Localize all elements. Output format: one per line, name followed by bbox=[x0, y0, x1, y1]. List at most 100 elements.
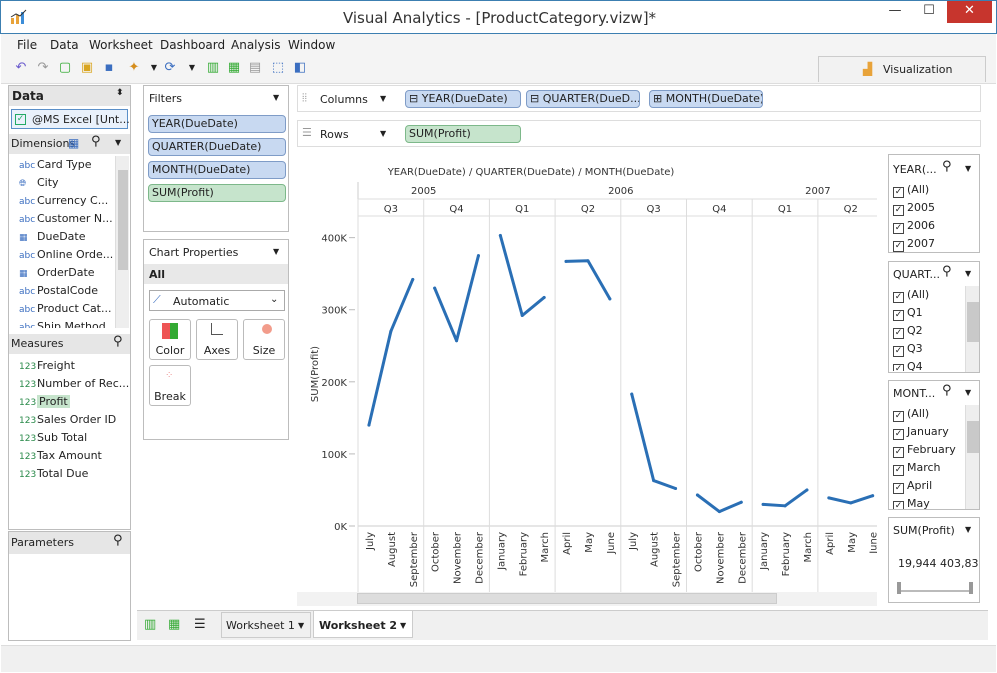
mark-type-select[interactable]: ⟋ Automatic ⌄ bbox=[149, 290, 285, 311]
filter-month[interactable]: MONTH(DueDate) bbox=[148, 161, 286, 179]
data-source-selector[interactable]: ✓ @MS Excel [Unt... bbox=[11, 109, 130, 129]
column-pill-year[interactable]: ⊟ YEAR(DueDate) bbox=[405, 90, 521, 108]
search-icon[interactable]: ⚲ bbox=[113, 533, 123, 548]
field-item[interactable]: abc Customer N... bbox=[9, 210, 115, 228]
add-chart-icon[interactable]: ▥ bbox=[204, 58, 222, 78]
legend-item[interactable]: ✓ Q4 bbox=[893, 358, 965, 371]
checkbox-icon[interactable]: ✓ bbox=[893, 205, 904, 216]
search-icon[interactable]: ⚲ bbox=[942, 264, 952, 279]
field-item[interactable]: 123Sub Total bbox=[9, 429, 130, 447]
search-icon[interactable]: ⚲ bbox=[942, 383, 952, 398]
open-icon[interactable]: ▣ bbox=[78, 58, 96, 78]
tab-worksheet-1[interactable]: Worksheet 1 ▼ bbox=[221, 612, 311, 638]
field-item[interactable]: 123Total Due bbox=[9, 465, 130, 483]
field-item[interactable]: 123Tax Amount bbox=[9, 447, 130, 465]
checkbox-icon[interactable]: ✓ bbox=[893, 328, 904, 339]
row-pill-profit[interactable]: SUM(Profit) bbox=[405, 125, 521, 143]
filter-profit[interactable]: SUM(Profit) bbox=[148, 184, 286, 202]
chevron-down-icon[interactable]: ▼ bbox=[380, 94, 386, 103]
refresh-icon[interactable]: ⟳ bbox=[161, 58, 179, 78]
chevron-down-icon[interactable]: ▼ bbox=[965, 388, 971, 397]
legend-item[interactable]: ✓ Q2 bbox=[893, 322, 965, 340]
close-button[interactable]: ✕ bbox=[947, 1, 992, 23]
line-chart[interactable]: YEAR(DueDate) / QUARTER(DueDate) / MONTH… bbox=[297, 154, 877, 606]
chevron-down-icon[interactable]: ▼ bbox=[273, 247, 279, 256]
save-icon[interactable]: ▪ bbox=[100, 58, 118, 78]
field-item[interactable]: ▦ OrderDate bbox=[9, 264, 115, 282]
dimensions-scrollbar[interactable] bbox=[115, 156, 129, 328]
legend-item[interactable]: ✓ February bbox=[893, 441, 965, 459]
redo-icon[interactable]: ↷ bbox=[34, 58, 52, 78]
checkbox-icon[interactable]: ✓ bbox=[893, 364, 904, 371]
expand-icon[interactable]: ⊞ bbox=[653, 92, 662, 105]
legend-item[interactable]: ✓ January bbox=[893, 423, 965, 441]
new-icon[interactable]: ▢ bbox=[56, 58, 74, 78]
chevron-down-icon[interactable]: ▼ bbox=[115, 138, 121, 147]
filter-quarter[interactable]: QUARTER(DueDate) bbox=[148, 138, 286, 156]
chevron-down-icon[interactable]: ▼ bbox=[965, 269, 971, 278]
new-dashboard-icon[interactable]: ▦ bbox=[168, 617, 180, 632]
search-icon[interactable]: ⚲ bbox=[942, 159, 952, 174]
chevron-down-icon[interactable]: ▼ bbox=[965, 164, 971, 173]
field-item[interactable]: 123Sales Order ID bbox=[9, 411, 130, 429]
checkbox-icon[interactable]: ✓ bbox=[893, 501, 904, 509]
sheet-list-icon[interactable]: ☰ bbox=[194, 617, 206, 632]
dropdown-icon[interactable]: ▼ bbox=[183, 58, 201, 78]
clear-chart-icon[interactable]: ▤ bbox=[246, 58, 264, 78]
legend-item[interactable]: ✓ 2007 bbox=[893, 235, 977, 253]
checkbox-icon[interactable]: ✓ bbox=[893, 187, 904, 198]
legend-item[interactable]: ✓ May bbox=[893, 495, 965, 509]
field-item[interactable]: ▦ DueDate bbox=[9, 228, 115, 246]
field-item[interactable]: abc Product Cat... bbox=[9, 300, 115, 318]
legend-item[interactable]: ✓ 2006 bbox=[893, 217, 977, 235]
field-item[interactable]: 123Number of Rec... bbox=[9, 375, 130, 393]
field-item[interactable]: 🌐︎ City bbox=[9, 174, 115, 192]
table-icon[interactable]: ▦ bbox=[68, 136, 79, 150]
filter-year[interactable]: YEAR(DueDate) bbox=[148, 115, 286, 133]
quarter-legend-scrollbar[interactable] bbox=[965, 286, 979, 372]
checkbox-icon[interactable]: ✓ bbox=[893, 411, 904, 422]
profit-range-slider[interactable] bbox=[897, 582, 973, 594]
horizontal-scrollbar[interactable] bbox=[297, 592, 877, 606]
size-button[interactable]: Size bbox=[243, 319, 285, 360]
menu-analysis[interactable]: Analysis bbox=[231, 38, 280, 52]
chevron-down-icon[interactable]: ▼ bbox=[400, 621, 406, 630]
undo-icon[interactable]: ↶ bbox=[12, 58, 30, 78]
field-item[interactable]: abc Ship Method bbox=[9, 318, 115, 328]
break-button[interactable]: ⁘ Break bbox=[149, 365, 191, 406]
tab-worksheet-2[interactable]: Worksheet 2 ▼ bbox=[313, 610, 413, 638]
legend-item[interactable]: ✓ March bbox=[893, 459, 965, 477]
legend-item[interactable]: ✓ Q3 bbox=[893, 340, 965, 358]
checkbox-icon[interactable]: ✓ bbox=[893, 447, 904, 458]
menu-file[interactable]: File bbox=[17, 38, 37, 52]
menu-data[interactable]: Data bbox=[50, 38, 79, 52]
checkbox-icon[interactable]: ✓ bbox=[893, 465, 904, 476]
chevron-down-icon[interactable]: ▼ bbox=[298, 621, 304, 630]
chevron-down-icon[interactable]: ▼ bbox=[965, 525, 971, 534]
legend-item[interactable]: ✓ Q1 bbox=[893, 304, 965, 322]
axes-button[interactable]: Axes bbox=[196, 319, 238, 360]
tab-visualization[interactable]: ▟ Visualization bbox=[818, 56, 986, 82]
legend-item[interactable]: ✓ (All) bbox=[893, 405, 965, 423]
search-icon[interactable]: ⚲ bbox=[113, 334, 123, 349]
month-legend-scrollbar[interactable] bbox=[965, 405, 979, 509]
menu-dashboard[interactable]: Dashboard bbox=[160, 38, 225, 52]
marks-all-tab[interactable]: All bbox=[144, 264, 288, 284]
duplicate-chart-icon[interactable]: ▦ bbox=[225, 58, 243, 78]
color-button[interactable]: Color bbox=[149, 319, 191, 360]
legend-item[interactable]: ✓ April bbox=[893, 477, 965, 495]
field-item[interactable]: abc PostalCode bbox=[9, 282, 115, 300]
search-icon[interactable]: ⚲ bbox=[91, 134, 101, 149]
select-icon[interactable]: ⬚ bbox=[269, 58, 287, 78]
checkbox-icon[interactable]: ✓ bbox=[893, 292, 904, 303]
menu-window[interactable]: Window bbox=[288, 38, 335, 52]
checkbox-icon[interactable]: ✓ bbox=[893, 429, 904, 440]
chevron-down-icon[interactable]: ▼ bbox=[380, 129, 386, 138]
menu-worksheet[interactable]: Worksheet bbox=[89, 38, 153, 52]
chevron-down-icon[interactable]: ▼ bbox=[273, 93, 279, 102]
collapse-icon[interactable]: ⊟ bbox=[409, 92, 418, 105]
maximize-button[interactable]: ☐ bbox=[915, 1, 943, 23]
legend-item[interactable]: ✓ 2005 bbox=[893, 199, 977, 217]
field-item[interactable]: abc Card Type bbox=[9, 156, 115, 174]
checkbox-icon[interactable]: ✓ bbox=[893, 223, 904, 234]
